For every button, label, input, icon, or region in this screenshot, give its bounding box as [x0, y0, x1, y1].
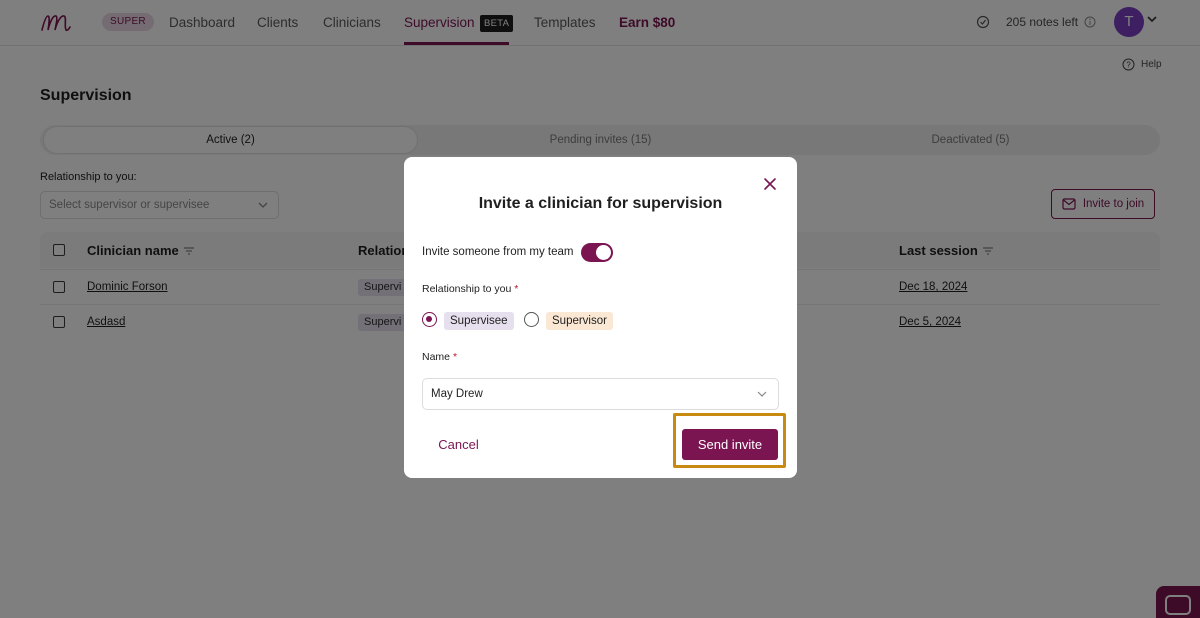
- name-field-label: Name *: [422, 351, 458, 363]
- send-invite-button[interactable]: Send invite: [682, 429, 778, 460]
- close-icon[interactable]: [763, 177, 777, 191]
- chevron-down-icon: [757, 391, 767, 397]
- cancel-button[interactable]: Cancel: [426, 432, 491, 456]
- supervisor-option-label[interactable]: Supervisor: [546, 312, 613, 330]
- name-select-value: May Drew: [431, 388, 483, 400]
- radio-supervisee[interactable]: [422, 312, 437, 327]
- invite-clinician-modal: Invite a clinician for supervision Invit…: [404, 157, 797, 478]
- name-select[interactable]: May Drew: [422, 378, 779, 410]
- radio-supervisor[interactable]: [524, 312, 539, 327]
- supervisee-option-label[interactable]: Supervisee: [444, 312, 514, 330]
- toggle-knob: [596, 245, 611, 260]
- team-toggle[interactable]: [581, 243, 613, 262]
- relationship-field-label: Relationship to you *: [422, 283, 519, 295]
- team-toggle-label: Invite someone from my team: [422, 246, 574, 258]
- modal-title: Invite a clinician for supervision: [478, 195, 723, 212]
